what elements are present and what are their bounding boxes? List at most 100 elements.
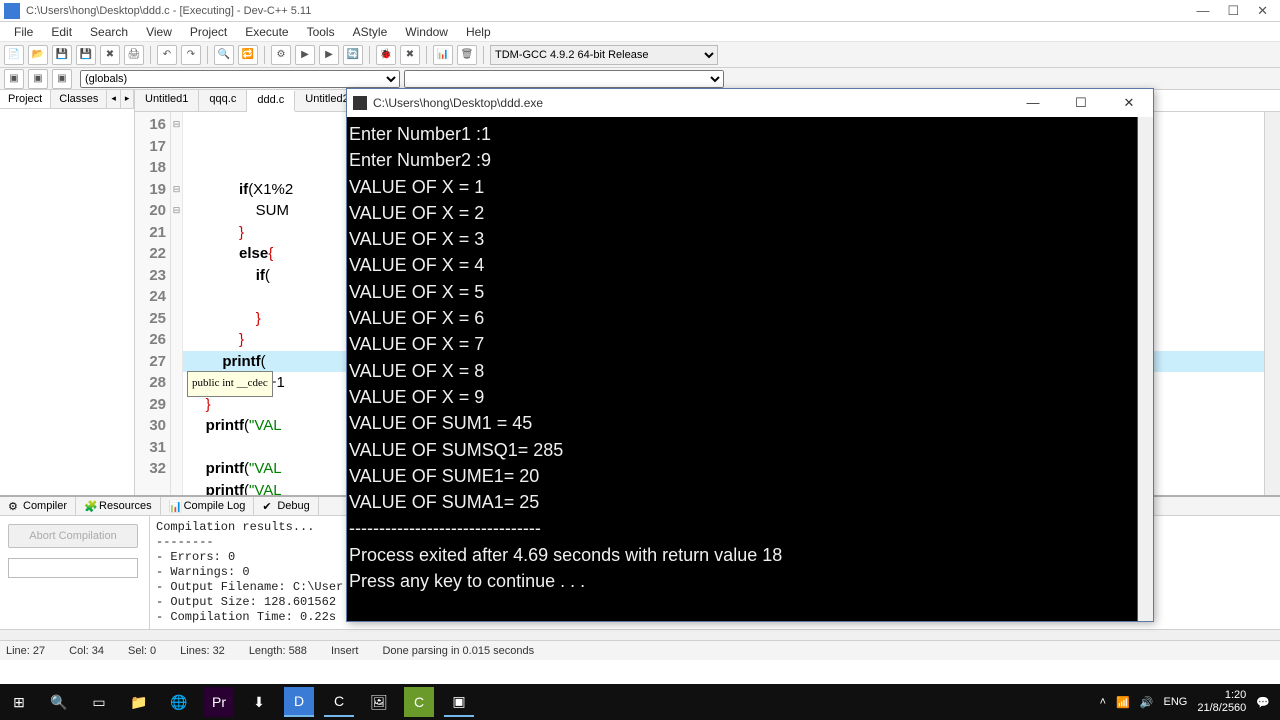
compiler-select[interactable]: TDM-GCC 4.9.2 64-bit Release — [490, 45, 718, 65]
tab-scroll-right[interactable]: ▸ — [121, 90, 135, 108]
menu-file[interactable]: File — [6, 24, 41, 40]
find-button[interactable]: 🔍 — [214, 45, 234, 65]
menu-help[interactable]: Help — [458, 24, 499, 40]
btab-resources[interactable]: 🧩Resources — [76, 497, 161, 515]
console-icon — [353, 96, 367, 110]
status-length: Length: 588 — [249, 645, 307, 657]
start-button[interactable]: ⊞ — [4, 687, 34, 717]
status-mode: Insert — [331, 645, 359, 657]
console-taskbar-icon[interactable]: ▣ — [444, 687, 474, 717]
rebuild-button[interactable]: 🔄 — [343, 45, 363, 65]
globals-select[interactable]: (globals) — [80, 70, 400, 88]
console-window[interactable]: C:\Users\hong\Desktop\ddd.exe — ☐ ✕ Ente… — [346, 88, 1154, 622]
status-line: Line: 27 — [6, 645, 45, 657]
search-icon[interactable]: 🔍 — [44, 687, 74, 717]
compile-run-button[interactable]: ▶ — [319, 45, 339, 65]
print-button[interactable]: 🖨 — [124, 45, 144, 65]
editor-v-scrollbar[interactable] — [1264, 112, 1280, 495]
maximize-button[interactable]: ☐ — [1227, 3, 1239, 19]
menu-view[interactable]: View — [138, 24, 180, 40]
editor-tab-1[interactable]: qqq.c — [199, 90, 247, 111]
tray-volume-icon[interactable]: 🔊 — [1140, 696, 1154, 709]
stop-button[interactable]: ✖ — [400, 45, 420, 65]
main-toolbar: 📄 📂 💾 💾 ✖ 🖨 ↶ ↷ 🔍 🔁 ⚙ ▶ ▶ 🔄 🐞 ✖ 📊 🗑 TDM-… — [0, 42, 1280, 68]
close-file-button[interactable]: ✖ — [100, 45, 120, 65]
camtasia-icon[interactable]: C — [324, 687, 354, 717]
minimize-button[interactable]: — — [1196, 3, 1209, 19]
console-close[interactable]: ✕ — [1111, 95, 1147, 111]
menu-search[interactable]: Search — [82, 24, 136, 40]
save-all-button[interactable]: 💾 — [76, 45, 96, 65]
nav-icon-2[interactable]: ▣ — [28, 69, 48, 89]
console-v-scrollbar[interactable] — [1137, 117, 1153, 621]
tab-scroll-left[interactable]: ◂ — [107, 90, 121, 108]
tooltip-hint: public int __cdec — [187, 371, 273, 397]
undo-button[interactable]: ↶ — [157, 45, 177, 65]
editor-tab-0[interactable]: Untitled1 — [135, 90, 199, 111]
log-icon: 📊 — [169, 500, 181, 512]
fold-column[interactable]: ⊟⊟⊟ — [171, 112, 183, 495]
notifications-icon[interactable]: 💬 — [1256, 696, 1270, 709]
compile-button[interactable]: ⚙ — [271, 45, 291, 65]
console-title: C:\Users\hong\Desktop\ddd.exe — [373, 96, 1015, 110]
nav-icon-3[interactable]: ▣ — [52, 69, 72, 89]
new-file-button[interactable]: 📄 — [4, 45, 24, 65]
debug-button[interactable]: 🐞 — [376, 45, 396, 65]
tray-network-icon[interactable]: 📶 — [1116, 696, 1130, 709]
redo-button[interactable]: ↷ — [181, 45, 201, 65]
utorrent-icon[interactable]: ⬇ — [244, 687, 274, 717]
taskbar-clock[interactable]: 1:20 21/8/2560 — [1197, 689, 1246, 715]
btab-compiler[interactable]: ⚙Compiler — [0, 497, 76, 515]
menu-project[interactable]: Project — [182, 24, 235, 40]
tab-classes[interactable]: Classes — [51, 90, 107, 108]
btab-debug[interactable]: ✔Debug — [254, 497, 318, 515]
tab-project[interactable]: Project — [0, 90, 51, 108]
windows-taskbar[interactable]: ⊞ 🔍 ▭ 📁 🌐 Pr ⬇ D C 🖼 C ▣ ˄ 📶 🔊 ENG 1:20 … — [0, 684, 1280, 720]
check-icon: ✔ — [262, 500, 274, 512]
taskview-icon[interactable]: ▭ — [84, 687, 114, 717]
chrome-icon[interactable]: 🌐 — [164, 687, 194, 717]
menu-tools[interactable]: Tools — [299, 24, 343, 40]
abort-compilation-button[interactable]: Abort Compilation — [8, 524, 138, 548]
menu-astyle[interactable]: AStyle — [345, 24, 396, 40]
bottom-h-scrollbar[interactable] — [0, 629, 1280, 640]
line-gutter: 1617181920212223242526272829303132 — [135, 112, 171, 495]
save-button[interactable]: 💾 — [52, 45, 72, 65]
premiere-icon[interactable]: Pr — [204, 687, 234, 717]
console-output[interactable]: Enter Number1 :1 Enter Number2 :9 VALUE … — [347, 117, 1153, 621]
resources-icon: 🧩 — [84, 500, 96, 512]
open-button[interactable]: 📂 — [28, 45, 48, 65]
function-select[interactable] — [404, 70, 724, 88]
profile-button[interactable]: 📊 — [433, 45, 453, 65]
shorten-path-input[interactable] — [8, 558, 138, 578]
devcpp-taskbar-icon[interactable]: D — [284, 687, 314, 717]
console-maximize[interactable]: ☐ — [1063, 95, 1099, 111]
explorer-icon[interactable]: 📁 — [124, 687, 154, 717]
left-panel: Project Classes ◂ ▸ — [0, 90, 135, 495]
status-lines: Lines: 32 — [180, 645, 225, 657]
close-button[interactable]: ✕ — [1257, 3, 1268, 19]
menu-edit[interactable]: Edit — [43, 24, 80, 40]
tray-chevron-icon[interactable]: ˄ — [1100, 696, 1106, 708]
window-title: C:\Users\hong\Desktop\ddd.c - [Executing… — [26, 5, 1196, 17]
menu-execute[interactable]: Execute — [237, 24, 296, 40]
nav-toolbar: ▣ ▣ ▣ (globals) — [0, 68, 1280, 90]
nav-icon-1[interactable]: ▣ — [4, 69, 24, 89]
console-minimize[interactable]: — — [1015, 95, 1051, 111]
status-done: Done parsing in 0.015 seconds — [382, 645, 534, 657]
image-icon[interactable]: 🖼 — [364, 687, 394, 717]
status-sel: Sel: 0 — [128, 645, 156, 657]
status-bar: Line: 27 Col: 34 Sel: 0 Lines: 32 Length… — [0, 640, 1280, 660]
console-titlebar[interactable]: C:\Users\hong\Desktop\ddd.exe — ☐ ✕ — [347, 89, 1153, 117]
replace-button[interactable]: 🔁 — [238, 45, 258, 65]
tray-lang[interactable]: ENG — [1164, 696, 1188, 708]
menu-bar: File Edit Search View Project Execute To… — [0, 22, 1280, 42]
menu-window[interactable]: Window — [397, 24, 456, 40]
btab-compile-log[interactable]: 📊Compile Log — [161, 497, 255, 515]
run-button[interactable]: ▶ — [295, 45, 315, 65]
editor-tab-2[interactable]: ddd.c — [247, 91, 295, 112]
delete-button[interactable]: 🗑 — [457, 45, 477, 65]
app-icon-2[interactable]: C — [404, 687, 434, 717]
status-col: Col: 34 — [69, 645, 104, 657]
app-icon — [4, 3, 20, 19]
